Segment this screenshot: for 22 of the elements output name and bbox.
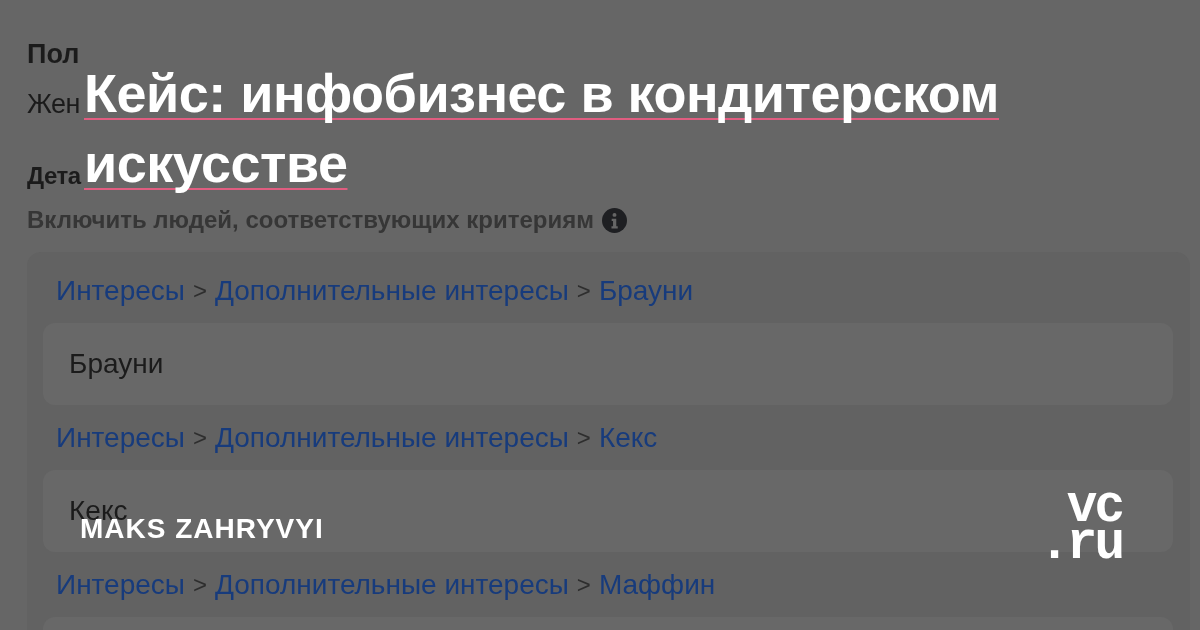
breadcrumb-separator: > (192, 570, 207, 600)
breadcrumb-link[interactable]: Брауни (598, 273, 694, 309)
breadcrumb-separator: > (576, 570, 591, 600)
breadcrumb-link[interactable]: Дополнительные интересы (214, 567, 569, 603)
field-label: Пол (27, 38, 80, 70)
interest-name: Брауни (69, 347, 164, 381)
breadcrumb-link[interactable]: Интересы (56, 420, 185, 456)
article-title: Кейс: инфобизнес в кондитерском искусстве (84, 62, 1001, 195)
breadcrumb-link[interactable]: Маффин (598, 567, 716, 603)
site-logo: vc .ru (1039, 489, 1122, 563)
breadcrumb-link[interactable]: Интересы (56, 567, 185, 603)
breadcrumb-separator: > (192, 276, 207, 306)
breadcrumb-link[interactable]: Кекс (598, 420, 658, 456)
breadcrumb-separator: > (576, 423, 591, 453)
breadcrumb-separator: > (576, 276, 591, 306)
info-icon[interactable] (602, 207, 627, 233)
breadcrumb-link[interactable]: Интересы (56, 273, 185, 309)
section-heading: Дета (27, 161, 81, 191)
breadcrumb-link[interactable]: Дополнительные интересы (214, 420, 569, 456)
breadcrumb-separator: > (192, 423, 207, 453)
field-value: Жен (27, 88, 81, 121)
breadcrumb-link[interactable]: Дополнительные интересы (214, 273, 569, 309)
